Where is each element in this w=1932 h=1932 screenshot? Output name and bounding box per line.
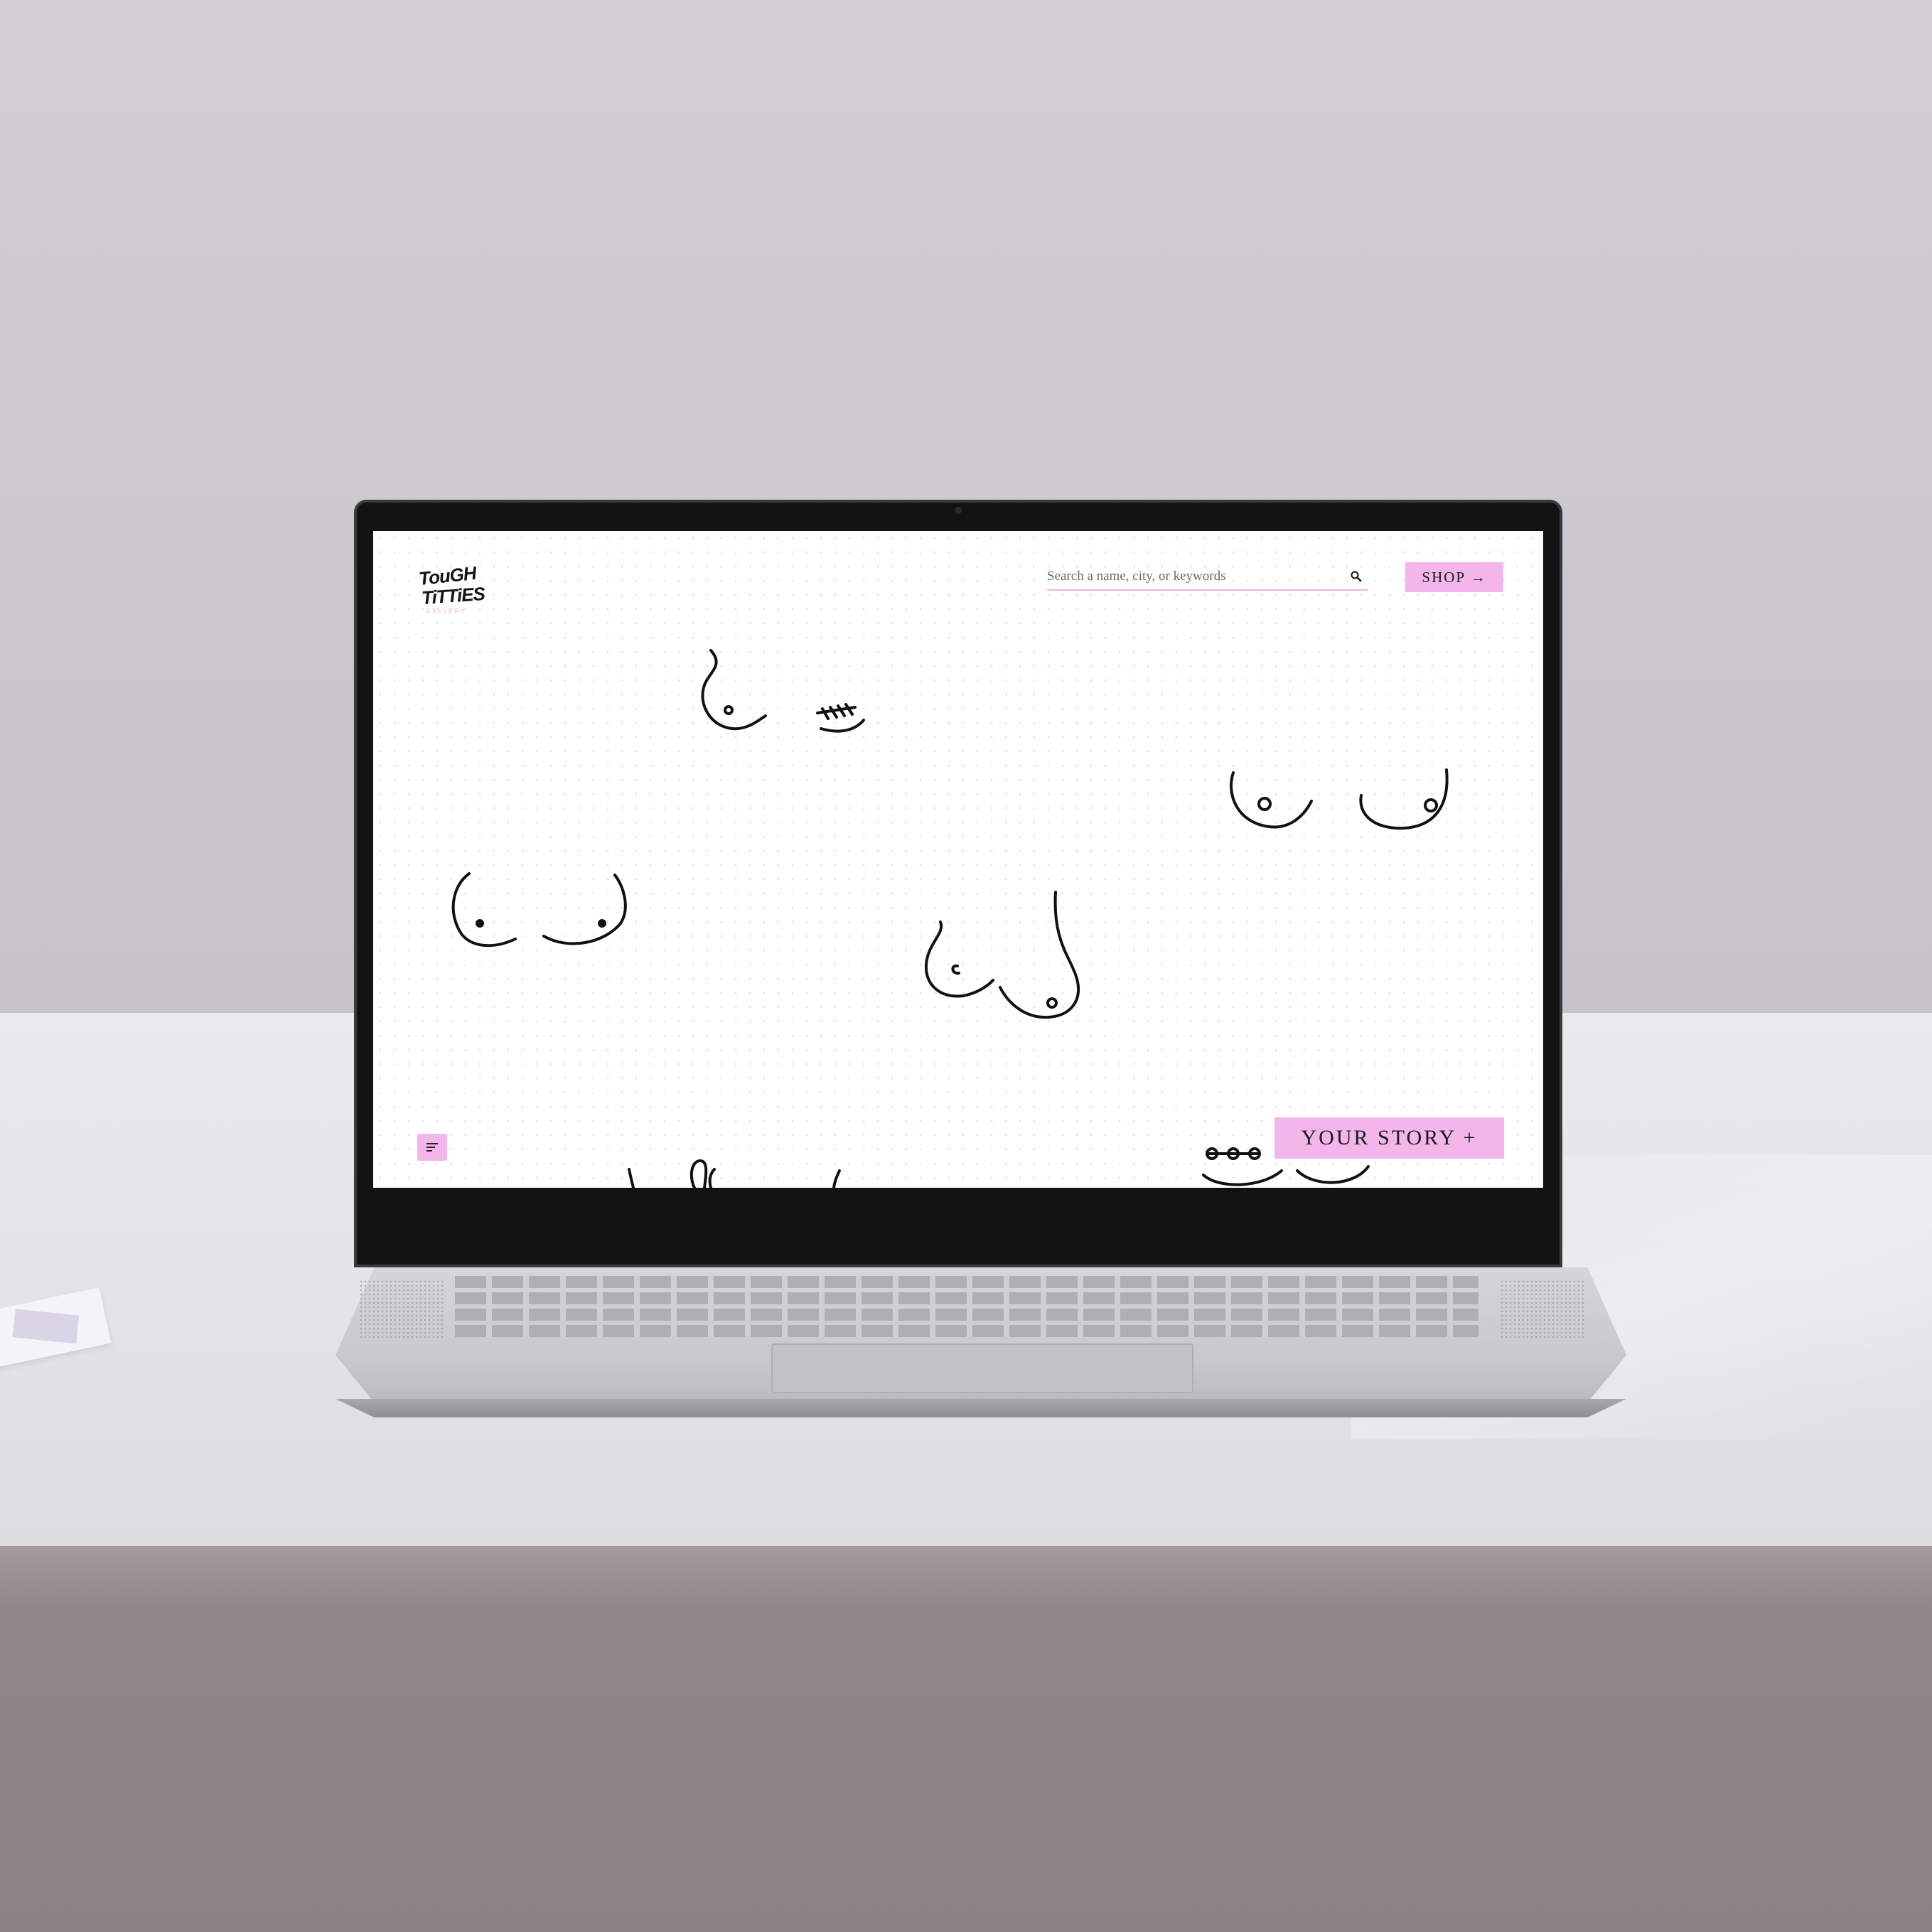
illustration[interactable]: [913, 886, 1141, 1050]
illustration[interactable]: [444, 865, 658, 957]
webcam: [955, 507, 962, 514]
illustration[interactable]: [686, 645, 892, 751]
illustration[interactable]: [615, 1156, 857, 1188]
keyboard: [455, 1276, 1478, 1341]
filter-icon: [426, 1143, 438, 1152]
search-icon[interactable]: [1350, 570, 1363, 583]
browser-viewport: TouGH TiTTiES GALLERY SHOP →: [373, 531, 1543, 1188]
desk-edge: [0, 1546, 1932, 1617]
speaker-grille-right: [1500, 1279, 1585, 1338]
your-story-button[interactable]: YOUR STORY +: [1274, 1117, 1504, 1159]
shop-button[interactable]: SHOP →: [1405, 562, 1503, 592]
desk-front: [0, 1614, 1932, 1932]
laptop-base-edge: [336, 1399, 1626, 1417]
search-bar: [1047, 565, 1368, 591]
search-input[interactable]: [1047, 567, 1338, 586]
site-logo[interactable]: TouGH TiTTiES GALLERY: [416, 562, 485, 622]
logo-line-3: GALLERY: [426, 608, 467, 614]
speaker-grille-left: [359, 1279, 444, 1338]
filter-button[interactable]: [417, 1134, 447, 1161]
illustration[interactable]: [1226, 766, 1496, 844]
trackpad: [771, 1343, 1193, 1393]
logo-line-2: TiTTiES: [421, 582, 485, 609]
